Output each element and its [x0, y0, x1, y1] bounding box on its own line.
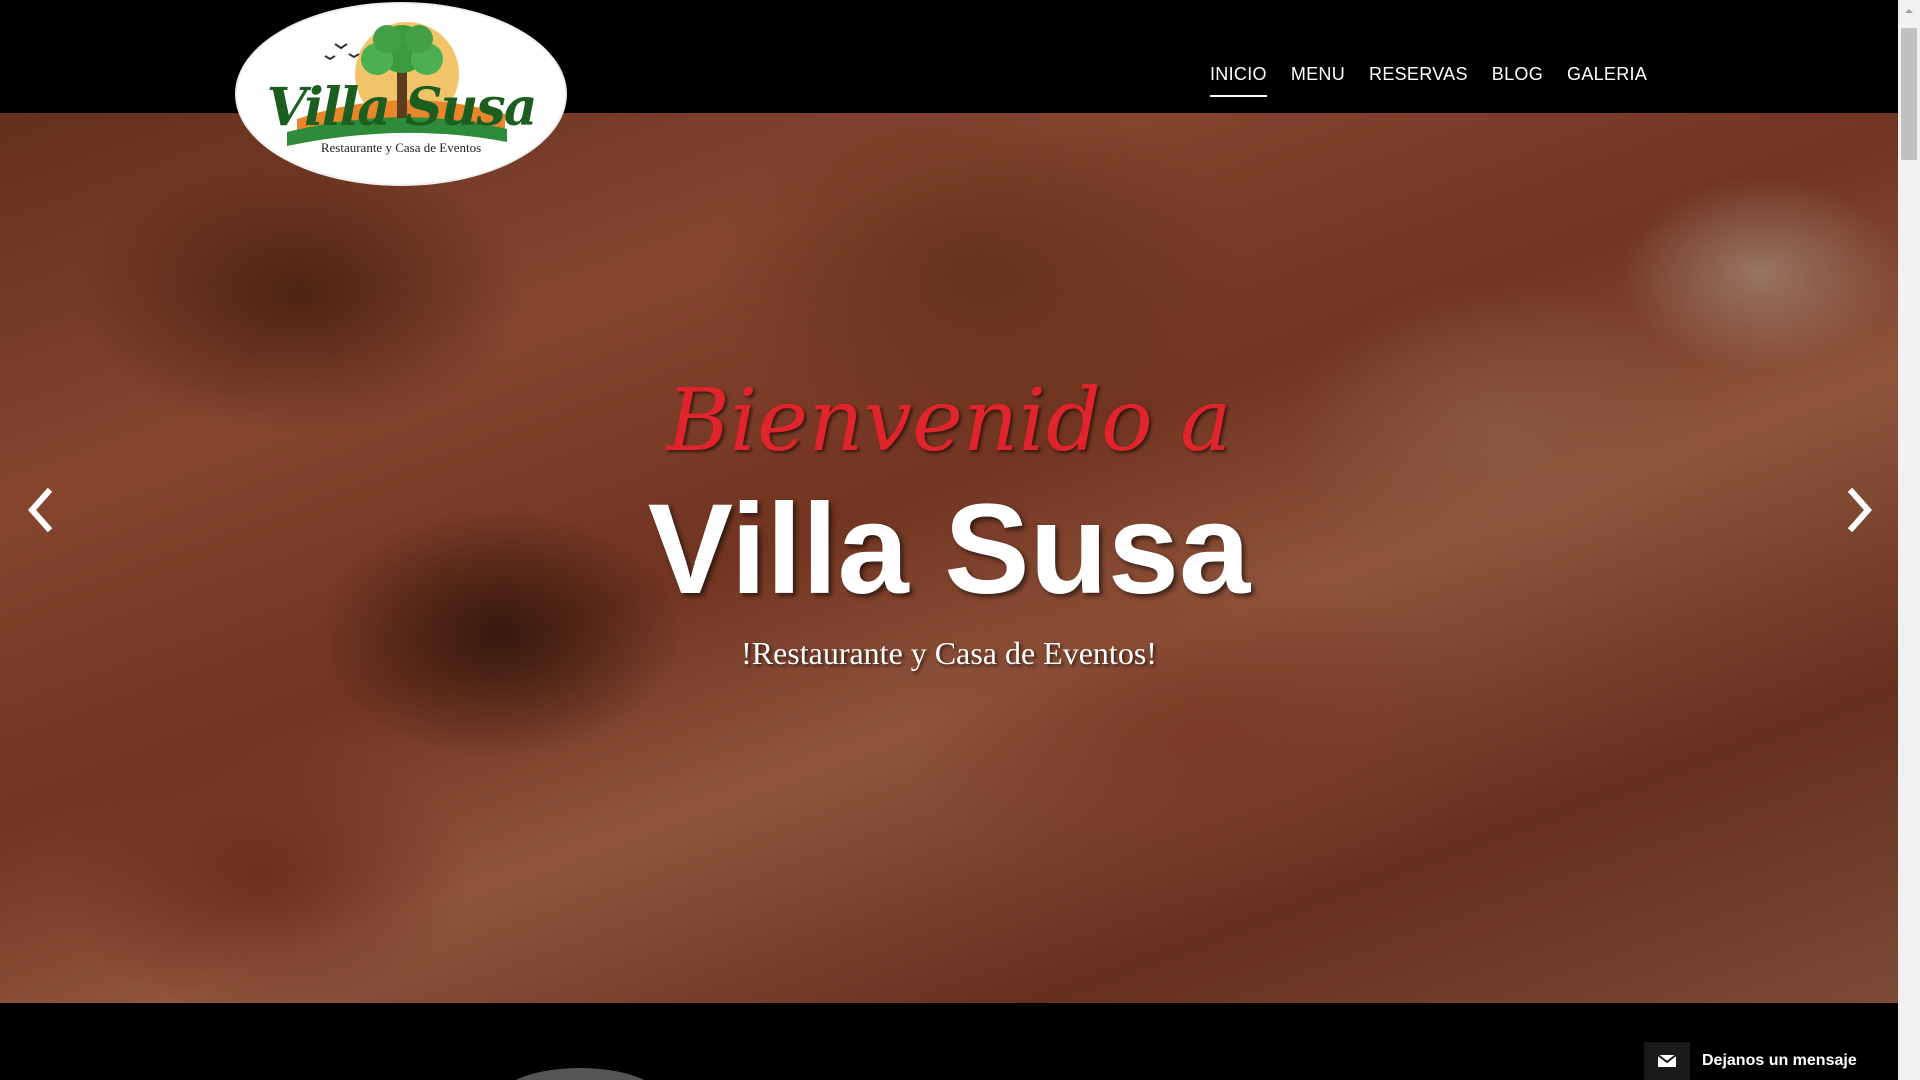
slider-next-button[interactable] [1840, 480, 1880, 540]
site-logo[interactable]: Villa Susa Restaurante y Casa de Eventos [237, 4, 565, 184]
message-widget-label: Dejanos un mensaje [1702, 1052, 1857, 1069]
hero-slider: Bienvenido a Villa Susa !Restaurante y C… [0, 113, 1898, 1003]
message-widget-button[interactable]: Dejanos un mensaje [1644, 1042, 1880, 1080]
nav-item-inicio[interactable]: INICIO [1198, 64, 1279, 97]
logo-tagline: Restaurante y Casa de Eventos [320, 140, 482, 155]
page-scrollbar[interactable] [1898, 0, 1920, 1080]
nav-item-blog[interactable]: BLOG [1480, 64, 1555, 85]
hero-subtitle: !Restaurante y Casa de Eventos! [741, 635, 1157, 671]
page: INICIO MENU RESERVAS BLOG GALERIA Villa … [0, 0, 1920, 1080]
scrollbar-thumb[interactable] [1901, 28, 1917, 160]
nav-item-reservas[interactable]: RESERVAS [1357, 64, 1480, 85]
hero-welcome-text: Bienvenido a [666, 371, 1232, 471]
chevron-left-icon [27, 487, 53, 533]
hero-title: Villa Susa [647, 478, 1251, 621]
nav-item-galeria[interactable]: GALERIA [1555, 64, 1659, 85]
logo-bird-icon [334, 43, 348, 50]
next-section [0, 1003, 1898, 1080]
scroll-up-icon[interactable] [1898, 0, 1920, 22]
envelope-icon [1644, 1042, 1690, 1080]
logo-name: Villa Susa [266, 77, 538, 138]
nav-item-menu[interactable]: MENU [1279, 64, 1357, 85]
chevron-right-icon [1847, 487, 1873, 533]
main-nav: INICIO MENU RESERVAS BLOG GALERIA [1198, 64, 1659, 97]
section-image-partial [516, 1068, 644, 1080]
slider-prev-button[interactable] [20, 480, 60, 540]
